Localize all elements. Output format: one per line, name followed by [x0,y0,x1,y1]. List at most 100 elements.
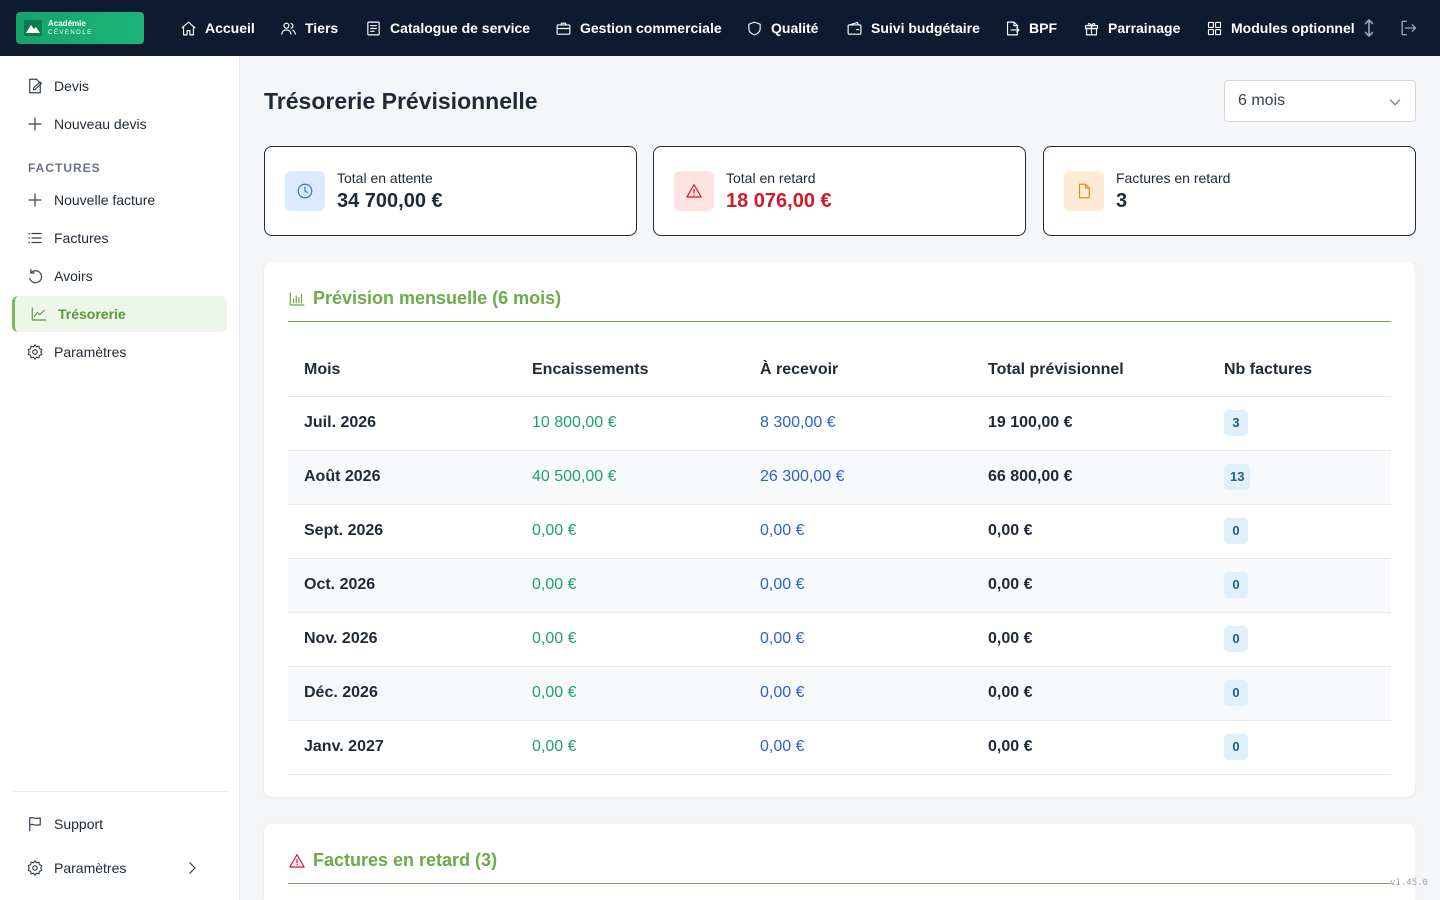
sidebar-section-factures: FACTURES [28,161,101,175]
clock-icon [297,183,313,199]
table-header-row: Mois Encaissements À recevoir Total prév… [288,344,1391,397]
overdue-title-text: Factures en retard (3) [313,850,498,870]
gear-icon [27,860,43,876]
cell-total: 0,00 € [972,720,1208,775]
nav-parrainage[interactable]: Parrainage [1083,0,1180,56]
top-navbar: Académie CÉVENOLE Accueil Tiers Catalogu… [0,0,1440,56]
cell-a-recevoir: 8 300,00 € [744,396,972,451]
nav-gestion-commerciale[interactable]: Gestion commerciale [555,0,722,56]
cell-mois: Juil. 2026 [288,396,516,451]
nav-scroll-handle[interactable] [1359,18,1377,38]
document-arrow-icon [1006,21,1020,35]
flag-icon [29,816,41,832]
count-badge: 0 [1224,572,1248,598]
stat-icon-box [285,171,325,211]
users-icon [281,22,296,35]
cell-encaissements: 40 500,00 € [516,450,744,505]
nav-modules-optionnel[interactable]: Modules optionnel [1206,0,1355,56]
forecast-card: Prévision mensuelle (6 mois) Mois Encais… [264,262,1415,797]
stat-label: Total en retard [726,170,816,186]
cell-total: 66 800,00 € [972,450,1208,505]
col-header-total-previsionnel[interactable]: Total prévisionnel [972,344,1208,397]
chart-line-icon [31,307,47,321]
home-icon [181,21,196,35]
undo-icon [29,269,43,284]
forecast-title-rule [288,321,1391,322]
stat-card-factures-en-retard: Factures en retard 3 [1043,146,1416,236]
cell-mois: Sept. 2026 [288,504,516,559]
sidebar-divider [12,791,227,792]
count-badge: 0 [1224,518,1248,544]
col-header-mois[interactable]: Mois [288,344,516,397]
cell-total: 0,00 € [972,666,1208,721]
sidebar-item-label: Factures [54,230,109,246]
col-header-encaissements[interactable]: Encaissements [516,344,744,397]
sidebar-item-label: Paramètres [54,860,127,876]
stat-label: Factures en retard [1116,170,1231,186]
cell-a-recevoir: 0,00 € [744,504,972,559]
sidebar-item-nouveau-devis[interactable]: Nouveau devis [12,106,227,142]
table-row: Août 2026 40 500,00 € 26 300,00 € 66 800… [288,450,1391,505]
count-badge: 0 [1224,680,1248,706]
col-header-a-recevoir[interactable]: À recevoir [744,344,972,397]
warning-icon [289,853,305,868]
period-select[interactable]: 6 mois [1224,80,1416,122]
nav-label: Suivi budgétaire [871,20,980,36]
nav-suivi-budgetaire[interactable]: Suivi budgétaire [846,0,980,56]
sidebar-item-parametres[interactable]: Paramètres [12,334,227,370]
cell-total: 0,00 € [972,504,1208,559]
sidebar-item-label: Support [54,816,104,832]
cell-a-recevoir: 0,00 € [744,558,972,613]
nav-label: Catalogue de service [390,20,531,36]
sidebar-item-parametres-bottom[interactable]: Paramètres [12,850,227,886]
nav-tiers[interactable]: Tiers [280,0,338,56]
cell-nb: 13 [1208,450,1391,505]
col-header-nb-factures[interactable]: Nb factures [1208,344,1391,397]
cell-mois: Janv. 2027 [288,720,516,775]
cell-encaissements: 0,00 € [516,720,744,775]
sidebar-item-avoirs[interactable]: Avoirs [12,258,227,294]
cell-nb: 0 [1208,558,1391,613]
gift-icon [1084,22,1099,35]
sidebar-item-devis[interactable]: Devis [12,68,227,104]
cell-mois: Août 2026 [288,450,516,505]
nav-accueil[interactable]: Accueil [180,0,255,56]
forecast-title-text: Prévision mensuelle (6 mois) [313,288,562,308]
sidebar-item-factures[interactable]: Factures [12,220,227,256]
sidebar-item-nouvelle-facture[interactable]: Nouvelle facture [12,182,227,218]
nav-bpf[interactable]: BPF [1004,0,1057,56]
stat-label: Total en attente [337,170,433,186]
sidebar-item-support[interactable]: Support [12,806,227,842]
gear-icon [27,344,43,360]
brand-name-line1: Académie [48,19,86,28]
sidebar: Devis Nouveau devis FACTURES Nouvelle fa… [0,56,240,900]
cell-a-recevoir: 0,00 € [744,666,972,721]
arrows-up-down-icon [1364,19,1374,37]
logout-button[interactable] [1398,18,1418,38]
grid-icon [1207,21,1222,35]
cell-nb: 0 [1208,666,1391,721]
stat-card-total-en-attente: Total en attente 34 700,00 € [264,146,637,236]
nav-label: Modules optionnel [1231,20,1355,36]
version-label: v1.45.0 [1390,878,1428,888]
file-icon [1078,183,1090,199]
bar-chart-icon [289,291,305,306]
cell-mois: Oct. 2026 [288,558,516,613]
brand-logo[interactable]: Académie CÉVENOLE [16,12,144,44]
cell-nb: 3 [1208,396,1391,451]
overdue-title-rule [288,883,1391,884]
nav-catalogue[interactable]: Catalogue de service [365,0,530,56]
sidebar-item-tresorerie[interactable]: Trésorerie [12,296,227,332]
overdue-card-title: Factures en retard (3) [288,850,497,871]
edit-document-icon [29,78,42,94]
cell-total: 19 100,00 € [972,396,1208,451]
chevron-right-icon [189,862,196,874]
logout-icon [1401,20,1417,36]
nav-qualite[interactable]: Qualité [746,0,818,56]
count-badge: 13 [1224,464,1251,490]
cell-encaissements: 0,00 € [516,504,744,559]
nav-label: BPF [1029,20,1057,36]
table-row: Déc. 2026 0,00 € 0,00 € 0,00 € 0 [288,666,1391,721]
sidebar-item-label: Nouveau devis [54,116,147,132]
cell-encaissements: 0,00 € [516,612,744,667]
